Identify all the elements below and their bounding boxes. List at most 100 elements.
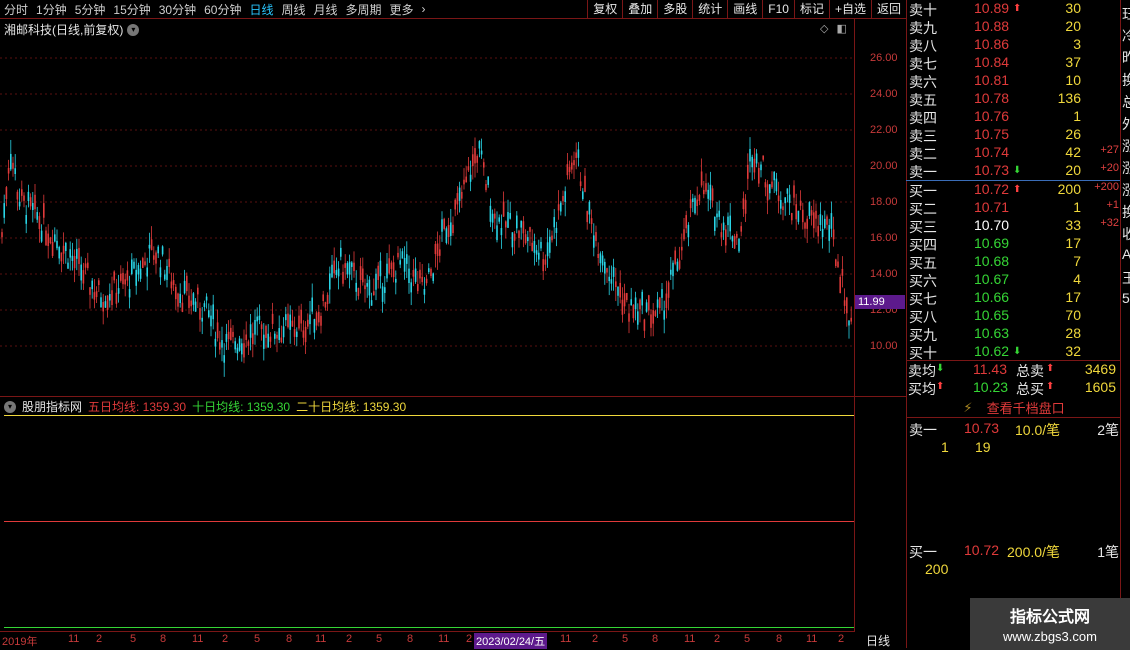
bid-level-row[interactable]: 买二 10.71 1 +1 <box>907 199 1121 217</box>
y-tick-label: 18.00 <box>870 196 898 208</box>
chevron-down-icon[interactable]: ▾ <box>127 23 140 36</box>
ask-level-row[interactable]: 卖二 10.74 42 +27 <box>907 144 1121 162</box>
y-tick-label: 24.00 <box>870 88 898 100</box>
ask-level-row[interactable]: 卖九 10.88 20 <box>907 18 1121 36</box>
candle-body <box>208 310 210 318</box>
candle-body <box>584 175 586 192</box>
candle-body <box>467 166 470 171</box>
candle-body <box>828 225 830 241</box>
candlestick-chart[interactable] <box>0 38 855 398</box>
candle-body <box>170 281 173 289</box>
toolbar-button[interactable]: 画线 <box>727 0 762 19</box>
period-tab[interactable]: 周线 <box>277 1 309 18</box>
chevron-down-icon[interactable]: ▾ <box>4 400 16 413</box>
ask-level-row[interactable]: 卖三 10.75 26 <box>907 126 1121 144</box>
candle-body <box>619 282 621 298</box>
toolbar-button[interactable]: +自选 <box>828 0 871 19</box>
candle-body <box>219 342 221 350</box>
period-tab[interactable]: 60分钟 <box>200 1 245 18</box>
period-tab[interactable]: 15分钟 <box>109 1 154 18</box>
ask-level-row[interactable]: 卖一 10.73 ⬇ 20 +20 <box>907 162 1121 180</box>
bid-level-row[interactable]: 买六 10.67 4 <box>907 271 1121 289</box>
bid-level-row[interactable]: 买三 10.70 33 +32 <box>907 217 1121 235</box>
ask-level-volume: 1 <box>1073 108 1081 124</box>
bid-level-row[interactable]: 买一 10.72 ⬆ 200 +200 <box>907 181 1121 199</box>
date-tick-label: 2 <box>838 633 845 645</box>
period-label[interactable]: 日线 <box>866 632 890 649</box>
candle-body <box>199 308 201 320</box>
candle-body <box>641 291 643 306</box>
candle-body <box>810 210 813 216</box>
candle-body <box>157 246 159 254</box>
candle-body <box>87 262 89 269</box>
candle-body <box>318 311 320 323</box>
ask-level-row[interactable]: 卖十 10.89 ⬆ 30 <box>907 0 1121 18</box>
order-detail-header[interactable]: ⚡ 查看千档盘口 <box>907 398 1121 418</box>
y-tick-label: 20.00 <box>870 160 898 172</box>
indicator-name[interactable]: 股朋指标网 <box>22 398 82 415</box>
candle-body <box>43 203 45 218</box>
candle-body <box>117 288 120 294</box>
candle-body <box>718 210 720 217</box>
period-tab[interactable]: 1分钟 <box>32 1 71 18</box>
bid-level-volume: 7 <box>1073 253 1081 269</box>
candle-body <box>263 334 265 349</box>
ask-level-volume: 37 <box>1065 54 1081 70</box>
candle-body <box>419 269 421 279</box>
ask-level-row[interactable]: 卖七 10.84 37 <box>907 54 1121 72</box>
bid-level-row[interactable]: 买八 10.65 70 <box>907 307 1121 325</box>
view-depth-button[interactable]: 查看千档盘口 <box>987 398 1065 417</box>
period-tab[interactable]: 5分钟 <box>71 1 110 18</box>
period-tab[interactable]: 分时 <box>0 1 32 18</box>
candle-body <box>234 341 236 350</box>
bid-level-row[interactable]: 买五 10.68 7 <box>907 253 1121 271</box>
candle-body <box>164 274 166 280</box>
period-tab[interactable]: 更多 <box>386 1 418 18</box>
candle-body <box>203 303 206 308</box>
window-icon[interactable]: ◧ <box>836 22 846 35</box>
toolbar-button[interactable]: 返回 <box>870 0 906 19</box>
period-tab[interactable]: 30分钟 <box>155 1 200 18</box>
candle-body <box>846 297 848 314</box>
candle-body <box>626 292 628 300</box>
candle-body <box>335 270 338 275</box>
bid-level-row[interactable]: 买七 10.66 17 <box>907 289 1121 307</box>
toolbar-button[interactable]: F10 <box>762 0 794 19</box>
candle-body <box>205 296 208 301</box>
period-tab[interactable]: 多周期 <box>342 1 386 18</box>
period-tab[interactable]: 月线 <box>310 1 342 18</box>
candle-body <box>249 324 252 338</box>
ma10-line <box>4 627 854 628</box>
candle-body <box>260 324 263 330</box>
bid-level-row[interactable]: 买四 10.69 17 <box>907 235 1121 253</box>
side-strip-label: 换 <box>1122 202 1130 222</box>
candle-body <box>784 197 786 204</box>
candle-body <box>384 287 386 293</box>
bid-level-volume: 33 <box>1065 217 1081 233</box>
ask-level-row[interactable]: 卖八 10.86 3 <box>907 36 1121 54</box>
bid-level-volume: 32 <box>1065 343 1081 359</box>
toolbar-button[interactable]: 标记 <box>793 0 829 19</box>
toolbar-button[interactable]: 统计 <box>692 0 727 19</box>
bid-level-row[interactable]: 买九 10.63 28 <box>907 325 1121 343</box>
candle-body <box>333 260 335 274</box>
diamond-icon[interactable]: ◇ <box>820 22 828 35</box>
toolbar-button[interactable]: 复权 <box>587 0 622 19</box>
toolbar-button[interactable]: 多股 <box>657 0 692 19</box>
bid-level-row[interactable]: 买十 10.62 ⬇ 32 <box>907 343 1121 361</box>
candle-body <box>324 302 327 308</box>
candle-body <box>549 236 551 253</box>
ask-level-row[interactable]: 卖六 10.81 10 <box>907 72 1121 90</box>
bid-level-label: 买三 <box>909 219 937 235</box>
ask-level-volume: 20 <box>1065 18 1081 34</box>
candle-body <box>430 268 432 277</box>
ask-level-row[interactable]: 卖四 10.76 1 <box>907 108 1121 126</box>
candle-body <box>476 155 478 163</box>
candle-body <box>201 317 203 322</box>
chevron-right-icon[interactable]: › <box>418 2 430 16</box>
candle-body <box>311 297 313 312</box>
candle-body <box>733 236 736 249</box>
ask-level-row[interactable]: 卖五 10.78 136 <box>907 90 1121 108</box>
toolbar-button[interactable]: 叠加 <box>622 0 657 19</box>
period-tab[interactable]: 日线 <box>245 1 277 18</box>
